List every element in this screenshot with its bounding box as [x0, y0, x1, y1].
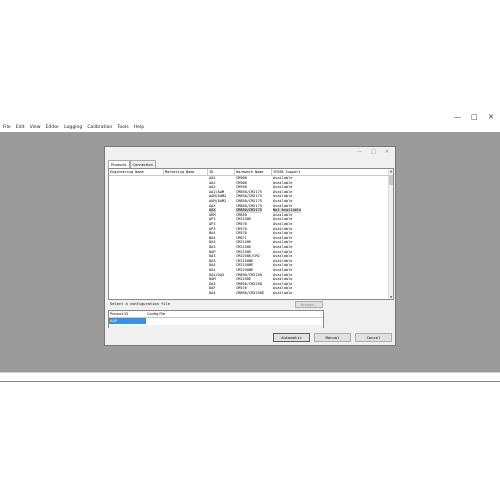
menu-edit[interactable]: Edit: [16, 125, 25, 130]
dialog-tabs: Products Connection: [108, 160, 156, 169]
dialog-minimize-icon[interactable]: —: [357, 149, 362, 155]
cancel-button[interactable]: Cancel: [355, 333, 392, 342]
scroll-up-icon[interactable]: ▲: [389, 169, 393, 173]
maximize-icon[interactable]: □: [471, 113, 478, 121]
column-product-id[interactable]: Product ID: [110, 311, 128, 317]
column-id[interactable]: ID: [208, 169, 235, 175]
column-engineering-name[interactable]: Engineering Name: [109, 169, 164, 175]
config-product-id-cell[interactable]: AAP: [109, 318, 146, 324]
config-file-table[interactable]: Product ID Config File AAP: [108, 310, 324, 328]
config-table-header: Product ID Config File: [109, 311, 323, 318]
config-file-cell[interactable]: [146, 318, 323, 324]
menu-tools[interactable]: Tools: [117, 125, 128, 130]
status-bar-divider: [0, 381, 500, 382]
product-list-header: Engineering Name Marketing Name ID Hardw…: [109, 169, 389, 176]
table-row[interactable]: DA4 CM850/CM2250E Available: [109, 291, 389, 295]
id-cell: DA4: [209, 291, 216, 295]
menu-bar: File Edit View Editor Logging Calibratio…: [0, 122, 500, 132]
menu-view[interactable]: View: [30, 125, 41, 130]
scrollbar-thumb[interactable]: [389, 175, 393, 185]
menu-logging[interactable]: Logging: [64, 125, 82, 130]
close-icon[interactable]: ✕: [488, 113, 494, 121]
manual-button[interactable]: Manual: [314, 333, 351, 342]
column-hardware-name[interactable]: Hardware Name: [235, 169, 272, 175]
browse-button[interactable]: Browse...: [295, 301, 323, 308]
menu-calibration[interactable]: Calibration: [87, 125, 112, 130]
minimize-icon[interactable]: —: [454, 113, 461, 121]
column-config-file[interactable]: Config File: [147, 311, 165, 317]
menu-file[interactable]: File: [3, 125, 11, 130]
config-table-row[interactable]: AAP: [109, 318, 323, 324]
hardware-name-cell: CM850/CM2250E: [236, 291, 265, 295]
config-file-label: Select a configuration file: [110, 302, 170, 306]
column-marketing-name[interactable]: Marketing Name: [164, 169, 208, 175]
product-list[interactable]: Engineering Name Marketing Name ID Hardw…: [108, 168, 394, 300]
status-bar: [0, 372, 500, 381]
menu-help[interactable]: Help: [134, 125, 144, 130]
column-ifusb-support[interactable]: IFUSB Support: [272, 169, 389, 175]
automatic-button[interactable]: Automatic: [273, 333, 310, 342]
config-table-scrollbar[interactable]: [109, 325, 323, 328]
dialog-close-icon[interactable]: ✕: [385, 149, 389, 155]
menu-editor[interactable]: Editor: [46, 125, 60, 130]
product-selection-dialog: — □ ✕ Products Connection Engineering Na…: [104, 146, 396, 346]
product-list-scrollbar[interactable]: ▲ ▼: [388, 169, 393, 299]
ifusb-support-cell: Available: [273, 291, 293, 295]
scroll-down-icon[interactable]: ▼: [389, 295, 393, 299]
dialog-maximize-icon[interactable]: □: [371, 149, 376, 155]
